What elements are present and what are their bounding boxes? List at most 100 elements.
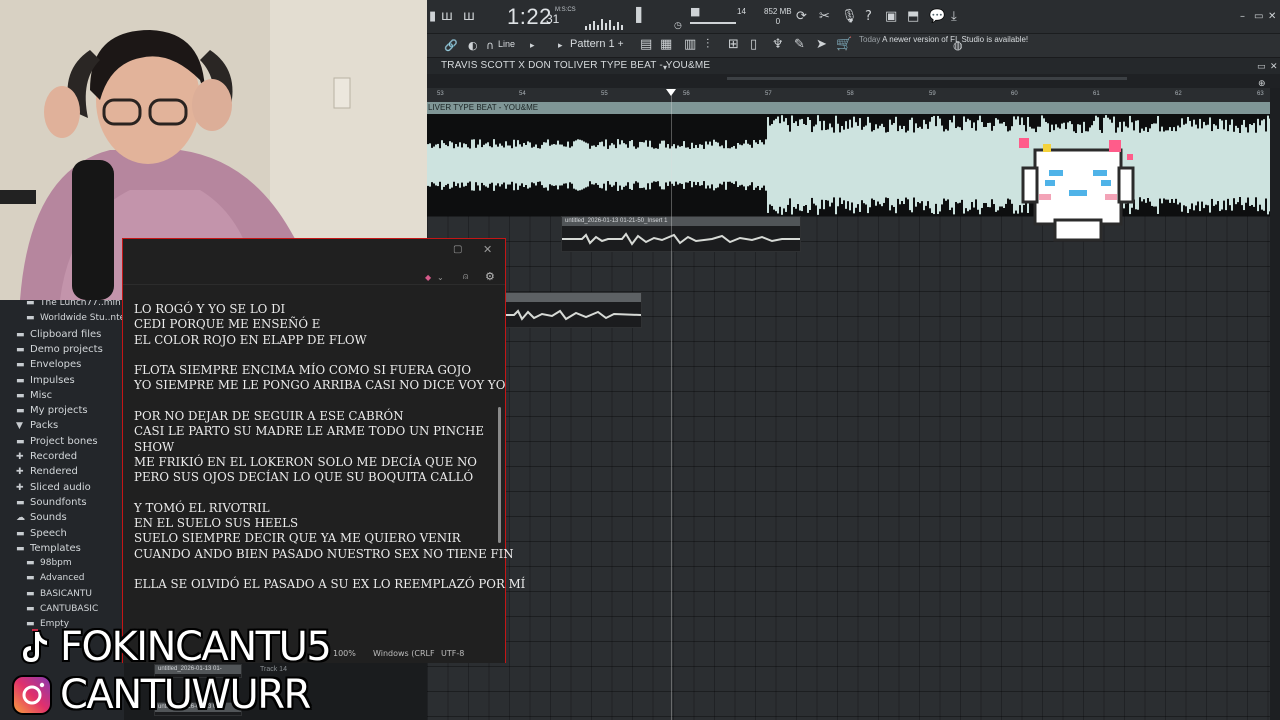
snap-icon[interactable]: ∩ (486, 38, 494, 54)
update-notice[interactable]: Today A newer version of FL Studio is av… (859, 35, 1028, 45)
text-line: POR NO DEJAR DE SEGUIR A ESE CABRÓN (134, 409, 404, 424)
browser-item-label: Clipboard files (30, 328, 102, 340)
browser-item-label: CANTUBASIC (40, 604, 99, 614)
bar-number: 61 (1093, 91, 1100, 97)
browser-item[interactable]: ▬ Speech (16, 528, 136, 539)
plus-icon: ✚ (16, 452, 24, 462)
globe-icon[interactable]: ◍ (953, 38, 963, 54)
bar-number: 63 (1257, 91, 1264, 97)
tempo-tap-icon[interactable]: ш (441, 9, 453, 25)
notepad-window[interactable]: ▢ ✕ ◆ ⌄ ⍝ ⚙ LO ROGÓ Y YO SE LO DI CEDI PO… (122, 238, 525, 663)
recording-clip[interactable]: untitled_2026-01-13 01-21-50_Insert 1 (561, 216, 801, 252)
bird-icon[interactable]: ➤ (816, 37, 827, 53)
folder-icon: ▬ (26, 588, 35, 599)
text-line: SUELO SIEMPRE DECIR QUE YA ME QUIERO VEN… (134, 531, 461, 546)
notepad-scrollbar[interactable] (498, 407, 501, 543)
audio-clip-waveform[interactable] (427, 114, 1271, 216)
save-icon[interactable]: ▣ (885, 9, 897, 25)
marker-icon[interactable]: ❚ (632, 6, 645, 22)
help-icon[interactable]: ? (865, 9, 872, 25)
text-line (134, 562, 500, 577)
pattern-selector[interactable]: Pattern 1 + (570, 38, 638, 54)
notepad-toolbar: ◆ ⌄ ⍝ ⚙ (123, 261, 505, 285)
chevron-down-icon[interactable]: ⌄ (437, 270, 444, 286)
fl-secondary-toolbar (427, 34, 1280, 58)
text-line: SHOW (134, 439, 175, 454)
folder-icon: ▬ (26, 558, 35, 569)
browser-item[interactable]: ▬ Impulses (16, 375, 136, 386)
browser-item[interactable]: ☁ Sounds (16, 512, 136, 523)
browser-item[interactable]: ▬ Envelopes (16, 359, 136, 370)
browser-item-label: Envelopes (30, 359, 82, 371)
cart-icon[interactable]: 🛒 (836, 37, 852, 53)
browser-icon[interactable]: ⊞ (728, 37, 739, 53)
browser-item-label: Project bones (30, 435, 98, 447)
text-line (134, 394, 500, 409)
tempo-slider[interactable] (690, 22, 736, 24)
minimize-icon[interactable]: – (1240, 9, 1245, 25)
instagram-icon (12, 675, 52, 715)
notepad-maximize-icon[interactable]: ▢ (453, 242, 462, 258)
mixer-icon[interactable]: ⫶ (706, 37, 709, 53)
settings-icon[interactable]: ⚙ (485, 269, 495, 285)
folder-icon: ▬ (16, 528, 25, 539)
line-ending-status[interactable]: Windows (CRLF (373, 649, 435, 658)
scissors-icon[interactable]: ✂ (819, 9, 830, 25)
window-close-icon[interactable]: ✕ (1270, 59, 1278, 75)
browser-item[interactable]: ✚ Recorded (16, 451, 136, 462)
metronome-icon[interactable]: ш (463, 9, 475, 25)
copilot-icon[interactable]: ◆ (425, 270, 431, 286)
magnet-icon[interactable]: ◐ (468, 38, 478, 54)
folder-icon: ▬ (16, 360, 25, 371)
text-line: CEDI PORQUE ME ENSEÑÓ E (134, 317, 321, 332)
playlist-overview-scrollbar[interactable] (427, 74, 1280, 88)
waveform-graphic (427, 115, 1271, 215)
channel-rack-icon[interactable]: ▥ (684, 37, 696, 53)
link-icon[interactable]: 🔗 (444, 38, 458, 54)
browser-item-label: Misc (30, 389, 53, 401)
undo-icon[interactable]: ⟳ (796, 9, 807, 25)
browser-item[interactable]: ▬ My projects (16, 405, 136, 416)
browser-item[interactable]: ▬ Soundfonts (16, 497, 136, 508)
playlist-icon[interactable]: ▤ (640, 37, 652, 53)
browser-item[interactable]: ▼ Packs (16, 420, 136, 431)
vocal-clip[interactable] (505, 292, 642, 328)
browser-item[interactable]: ✚ Rendered (16, 466, 136, 477)
cloud-icon: ☁ (16, 513, 25, 524)
notepad-close-icon[interactable]: ✕ (483, 242, 492, 258)
microphone-icon[interactable]: 🎙 (841, 9, 858, 25)
audio-clip-header[interactable] (427, 102, 1270, 114)
playlist-vertical-scrollbar[interactable] (1270, 88, 1280, 720)
bar-number: 56 (683, 91, 690, 97)
play-mode-icon[interactable]: ▮ (429, 9, 436, 25)
folder-icon: ▬ (16, 375, 25, 386)
download-icon[interactable]: ⤓ (951, 9, 957, 25)
browser-item[interactable]: ▬ Misc (16, 390, 136, 401)
clock-icon[interactable]: ◷ (674, 18, 682, 34)
browser-item[interactable]: ▬ Project bones (16, 436, 136, 447)
chat-icon[interactable]: 💬 (929, 9, 945, 25)
close-icon[interactable]: ✕ (1268, 9, 1276, 25)
tools-icon[interactable]: ✎ (794, 37, 805, 53)
notepad-text-area[interactable]: LO ROGÓ Y YO SE LO DI CEDI PORQUE ME ENSE… (134, 302, 525, 593)
text-line: FLOTA SIEMPRE ENCIMA MÍO COMO SI FUERA G… (134, 363, 472, 378)
file-icon[interactable]: ▯ (750, 37, 757, 53)
bar-number: 62 (1175, 91, 1182, 97)
snap-select[interactable]: Line (498, 39, 515, 49)
browser-item[interactable]: ▬ Clipboard files (16, 329, 136, 340)
encoding-status[interactable]: UTF-8 (441, 649, 464, 658)
restore-icon[interactable]: ▭ (1254, 9, 1263, 25)
browser-item[interactable]: ▬ Demo projects (16, 344, 136, 355)
arrow-right-icon[interactable]: ▸ (558, 38, 563, 54)
render-icon[interactable]: ⬒ (907, 9, 919, 25)
plugin-icon[interactable]: ♆ (772, 37, 784, 53)
text-line: CASI LE PARTO SU MADRE LE ARME TODO UN P… (134, 424, 484, 439)
zoom-status[interactable]: 100% (333, 649, 356, 658)
browser-item[interactable]: ✚ Sliced audio (16, 482, 136, 493)
stop-icon[interactable]: ■ (690, 4, 700, 20)
arrow-right-icon[interactable]: ▸ (530, 38, 535, 54)
account-icon[interactable]: ⍝ (463, 269, 468, 285)
browser-item[interactable]: ▬ Templates (16, 543, 136, 554)
window-minimize-icon[interactable]: ▭ (1257, 59, 1266, 75)
piano-roll-icon[interactable]: ▦ (660, 37, 672, 53)
